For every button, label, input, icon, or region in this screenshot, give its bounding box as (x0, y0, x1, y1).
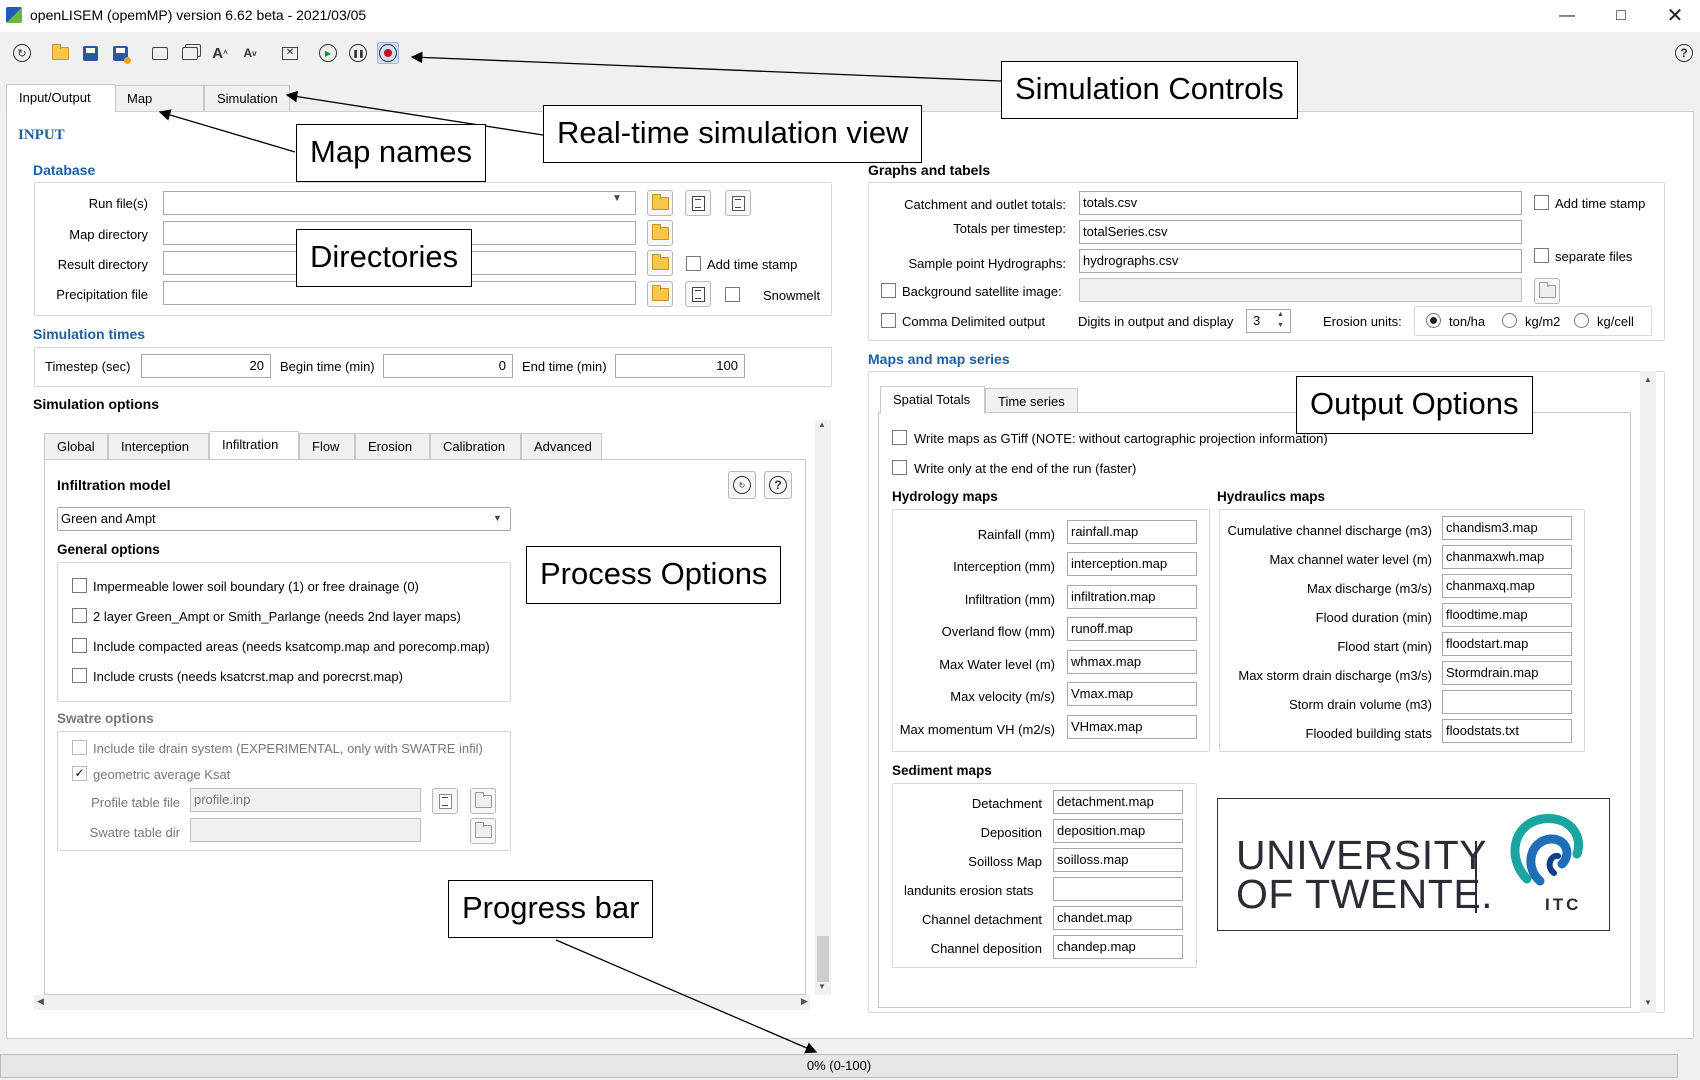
callout-simulation-controls: Simulation Controls (1001, 61, 1298, 119)
callout-directories: Directories (296, 229, 473, 287)
callout-output-options: Output Options (1296, 376, 1533, 434)
callout-map-names: Map names (296, 124, 486, 182)
callout-progress-bar: Progress bar (448, 880, 654, 938)
callout-process-options: Process Options (526, 546, 782, 604)
callout-realtime-view: Real-time simulation view (543, 105, 923, 163)
